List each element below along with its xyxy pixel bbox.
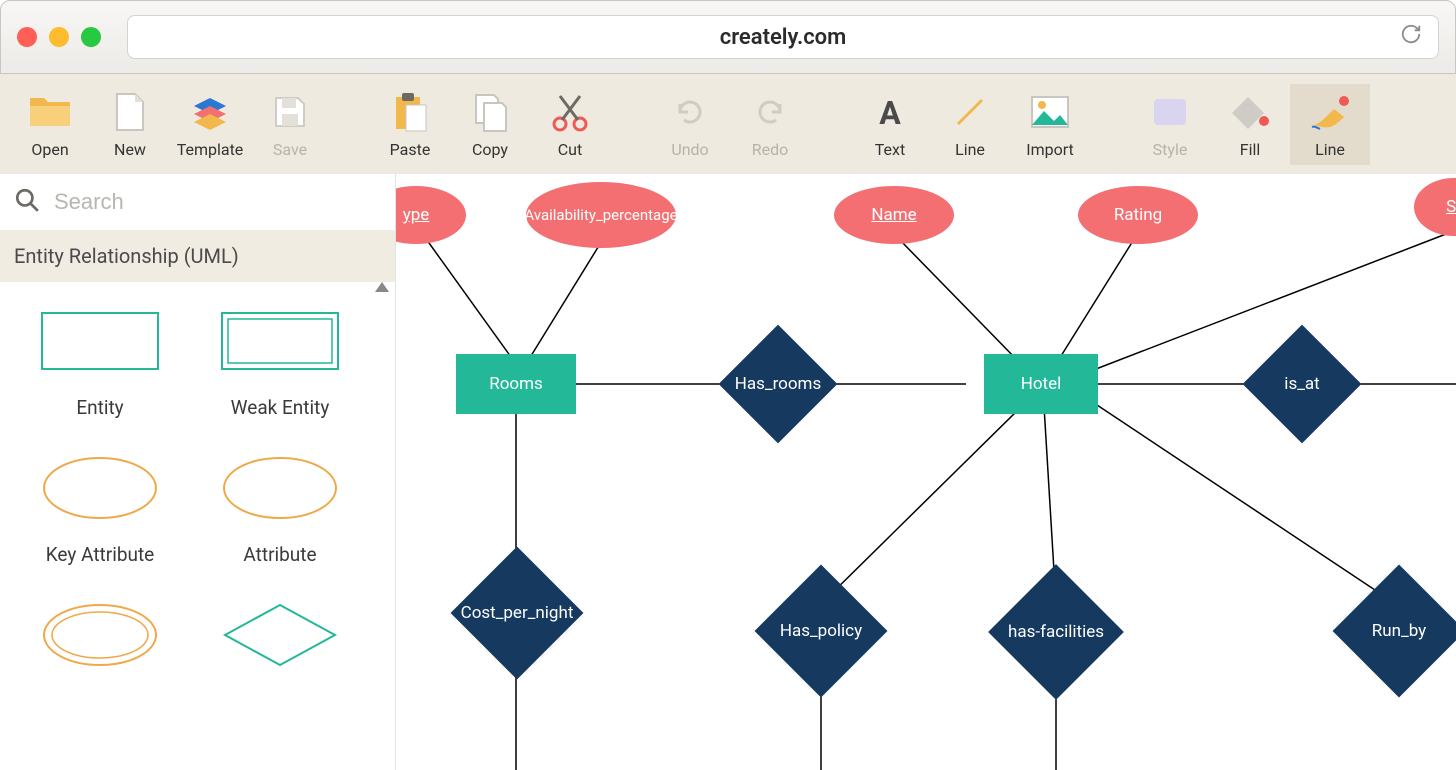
rel-has-policy[interactable]: Has_policy [774, 584, 868, 678]
rel-run-by[interactable]: Run_by [1352, 584, 1446, 678]
shape-multivalued[interactable] [20, 596, 180, 674]
address-text: creately.com [720, 25, 847, 50]
copy-button[interactable]: Copy [450, 84, 530, 165]
copy-icon [468, 90, 512, 134]
entity-hotel[interactable]: Hotel [984, 354, 1098, 414]
rel-has-facilities[interactable]: has-facilities [1008, 584, 1104, 680]
address-bar[interactable]: creately.com [127, 15, 1439, 59]
cut-button[interactable]: Cut [530, 84, 610, 165]
entity-rooms[interactable]: Rooms [456, 354, 576, 414]
shape-key-attribute[interactable]: Key Attribute [20, 449, 180, 566]
main-toolbar: Open New Template Save Paste [0, 74, 1456, 174]
save-icon [268, 90, 312, 134]
shape-weak-entity[interactable]: Weak Entity [200, 302, 360, 419]
maximize-window-button[interactable] [81, 27, 101, 47]
redo-icon [748, 90, 792, 134]
template-icon [188, 90, 232, 134]
paste-icon [388, 90, 432, 134]
cut-icon [548, 90, 592, 134]
fill-button[interactable]: Fill [1210, 84, 1290, 165]
diagram-canvas[interactable]: ype Availability_percentage Name Rating … [396, 174, 1456, 770]
shapes-panel: Entity Weak Entity Key Attribute Attribu… [0, 282, 395, 770]
rel-has-rooms[interactable]: Has_rooms [736, 342, 820, 426]
text-tool-button[interactable]: A Text [850, 84, 930, 165]
workspace: Entity Relationship (UML) Entity Weak En… [0, 174, 1456, 770]
edges-layer [396, 174, 1456, 770]
panel-title[interactable]: Entity Relationship (UML) [0, 230, 395, 282]
shape-sidebar: Entity Relationship (UML) Entity Weak En… [0, 174, 396, 770]
search-input[interactable] [54, 189, 381, 215]
shape-entity[interactable]: Entity [20, 302, 180, 419]
rel-is-at[interactable]: is_at [1260, 342, 1344, 426]
shape-relationship[interactable] [200, 596, 360, 674]
fill-icon [1228, 90, 1272, 134]
import-icon [1028, 90, 1072, 134]
line-icon [948, 90, 992, 134]
attr-availability[interactable]: Availability_percentage [526, 182, 676, 248]
folder-icon [28, 90, 72, 134]
window-controls [17, 27, 101, 47]
search-icon [14, 187, 40, 217]
shape-search [0, 174, 395, 230]
reload-icon[interactable] [1400, 23, 1422, 51]
paste-button[interactable]: Paste [370, 84, 450, 165]
minimize-window-button[interactable] [49, 27, 69, 47]
line-tool-button[interactable]: Line [930, 84, 1010, 165]
style-icon [1148, 90, 1192, 134]
undo-button[interactable]: Undo [650, 84, 730, 165]
rel-cost-per-night[interactable]: Cost_per_night [470, 566, 564, 660]
import-button[interactable]: Import [1010, 84, 1090, 165]
text-icon: A [868, 90, 912, 134]
undo-icon [668, 90, 712, 134]
attr-name[interactable]: Name [834, 186, 954, 244]
new-doc-icon [108, 90, 152, 134]
new-button[interactable]: New [90, 84, 170, 165]
save-button[interactable]: Save [250, 84, 330, 165]
open-button[interactable]: Open [10, 84, 90, 165]
template-button[interactable]: Template [170, 84, 250, 165]
attr-rating[interactable]: Rating [1078, 186, 1198, 244]
browser-titlebar: creately.com [0, 0, 1456, 74]
line-style-button[interactable]: Line [1290, 84, 1370, 165]
shape-attribute[interactable]: Attribute [200, 449, 360, 566]
scroll-up-icon[interactable] [375, 282, 389, 292]
close-window-button[interactable] [17, 27, 37, 47]
redo-button[interactable]: Redo [730, 84, 810, 165]
svg-text:A: A [879, 94, 901, 130]
pencil-icon [1308, 90, 1352, 134]
style-button[interactable]: Style [1130, 84, 1210, 165]
